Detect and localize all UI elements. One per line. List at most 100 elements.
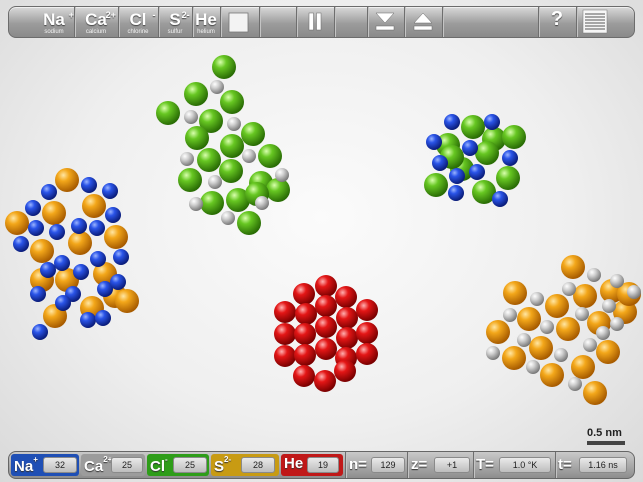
calcium-ion[interactable] (80, 296, 104, 320)
chloride-ion[interactable] (475, 141, 499, 165)
sulfide-ion[interactable] (295, 303, 317, 325)
sodium-ion[interactable] (110, 274, 126, 290)
helium-atom[interactable] (189, 197, 203, 211)
helium-atom[interactable] (610, 317, 624, 331)
helium-atom[interactable] (503, 308, 517, 322)
calcium-ion[interactable] (613, 300, 637, 324)
calcium-ion[interactable] (30, 268, 54, 292)
calcium-ion[interactable] (573, 284, 597, 308)
chloride-ion[interactable] (220, 134, 244, 158)
sodium-ion[interactable] (469, 164, 485, 180)
sodium-ion[interactable] (49, 224, 65, 240)
sulfide-ion[interactable] (336, 307, 358, 329)
helium-atom[interactable] (575, 307, 589, 321)
calcium-ion[interactable] (540, 363, 564, 387)
sodium-ion[interactable] (41, 184, 57, 200)
calcium-ion[interactable] (486, 320, 510, 344)
sulfide-ion[interactable] (294, 344, 316, 366)
time-value[interactable]: 1.16 ns (579, 457, 627, 473)
helium-atom[interactable] (568, 377, 582, 391)
helium-atom[interactable] (587, 268, 601, 282)
calcium-ion[interactable] (55, 268, 79, 292)
chlorine-button[interactable]: Cl - chlorine (119, 7, 157, 37)
sulfide-ion[interactable] (336, 327, 358, 349)
sulfide-ion[interactable] (274, 301, 296, 323)
sodium-ion[interactable] (73, 264, 89, 280)
sodium-ion[interactable] (13, 236, 29, 252)
helium-atom[interactable] (602, 299, 616, 313)
sulfide-ion[interactable] (356, 299, 378, 321)
sodium-ion[interactable] (448, 185, 464, 201)
sodium-count[interactable]: Na+ 32 (11, 454, 79, 476)
chloride-ion[interactable] (226, 188, 250, 212)
calcium-ion[interactable] (529, 336, 553, 360)
sodium-ion[interactable] (102, 183, 118, 199)
sodium-ion[interactable] (89, 220, 105, 236)
sulfide-ion[interactable] (314, 370, 336, 392)
sodium-ion[interactable] (449, 168, 465, 184)
sodium-button[interactable]: Na + sodium (35, 7, 74, 37)
calcium-ion[interactable] (82, 194, 106, 218)
sodium-ion[interactable] (54, 255, 70, 271)
helium-atom[interactable] (583, 338, 597, 352)
sodium-ion[interactable] (492, 191, 508, 207)
menu-button[interactable] (577, 7, 613, 37)
sodium-ion[interactable] (25, 200, 41, 216)
chloride-ion[interactable] (450, 157, 474, 181)
helium-count[interactable]: He 19 (281, 454, 343, 476)
calcium-ion[interactable] (103, 284, 127, 308)
temperature-value[interactable]: 1.0 °K (499, 457, 551, 473)
helium-atom[interactable] (627, 285, 641, 299)
chloride-ion[interactable] (461, 115, 485, 139)
pause-button[interactable] (297, 7, 333, 37)
chloride-ion[interactable] (241, 122, 265, 146)
calcium-ion[interactable] (517, 307, 541, 331)
calcium-ion[interactable] (587, 311, 611, 335)
chloride-ion[interactable] (184, 82, 208, 106)
sulfur-button[interactable]: S 2- sulfur (159, 7, 191, 37)
calcium-ion[interactable] (43, 304, 67, 328)
sodium-ion[interactable] (95, 310, 111, 326)
helium-atom[interactable] (596, 326, 610, 340)
chloride-ion[interactable] (185, 126, 209, 150)
chloride-ion[interactable] (220, 90, 244, 114)
calcium-ion[interactable] (596, 340, 620, 364)
cool-down-button[interactable] (367, 7, 403, 37)
sodium-ion[interactable] (97, 281, 113, 297)
helium-atom[interactable] (610, 274, 624, 288)
helium-atom[interactable] (227, 117, 241, 131)
chloride-ion[interactable] (200, 191, 224, 215)
sulfide-ion[interactable] (294, 323, 316, 345)
chloride-ion[interactable] (472, 180, 496, 204)
calcium-ion[interactable] (561, 255, 585, 279)
chloride-ion[interactable] (219, 159, 243, 183)
calcium-ion[interactable] (502, 346, 526, 370)
sodium-ion[interactable] (80, 312, 96, 328)
helium-atom[interactable] (275, 168, 289, 182)
sodium-ion[interactable] (28, 220, 44, 236)
sodium-ion[interactable] (462, 140, 478, 156)
sodium-ion[interactable] (71, 218, 87, 234)
sulfide-ion[interactable] (356, 343, 378, 365)
sodium-ion[interactable] (432, 155, 448, 171)
sodium-ion[interactable] (40, 262, 56, 278)
calcium-ion[interactable] (93, 262, 117, 286)
calcium-button[interactable]: Ca 2+ calcium (75, 7, 117, 37)
helium-atom[interactable] (562, 282, 576, 296)
calcium-ion[interactable] (5, 211, 29, 235)
sodium-ion[interactable] (502, 150, 518, 166)
sodium-ion[interactable] (55, 295, 71, 311)
sodium-ion[interactable] (484, 114, 500, 130)
chloride-ion[interactable] (197, 148, 221, 172)
calcium-ion[interactable] (104, 225, 128, 249)
sulfide-ion[interactable] (334, 360, 356, 382)
sodium-ion[interactable] (113, 249, 129, 265)
chloride-ion[interactable] (258, 144, 282, 168)
chloride-ion[interactable] (496, 166, 520, 190)
chlorine-count[interactable]: Cl- 25 (147, 454, 209, 476)
heat-up-button[interactable] (405, 7, 441, 37)
chloride-ion[interactable] (266, 178, 290, 202)
helium-atom[interactable] (517, 333, 531, 347)
helium-atom[interactable] (255, 196, 269, 210)
calcium-ion[interactable] (55, 168, 79, 192)
